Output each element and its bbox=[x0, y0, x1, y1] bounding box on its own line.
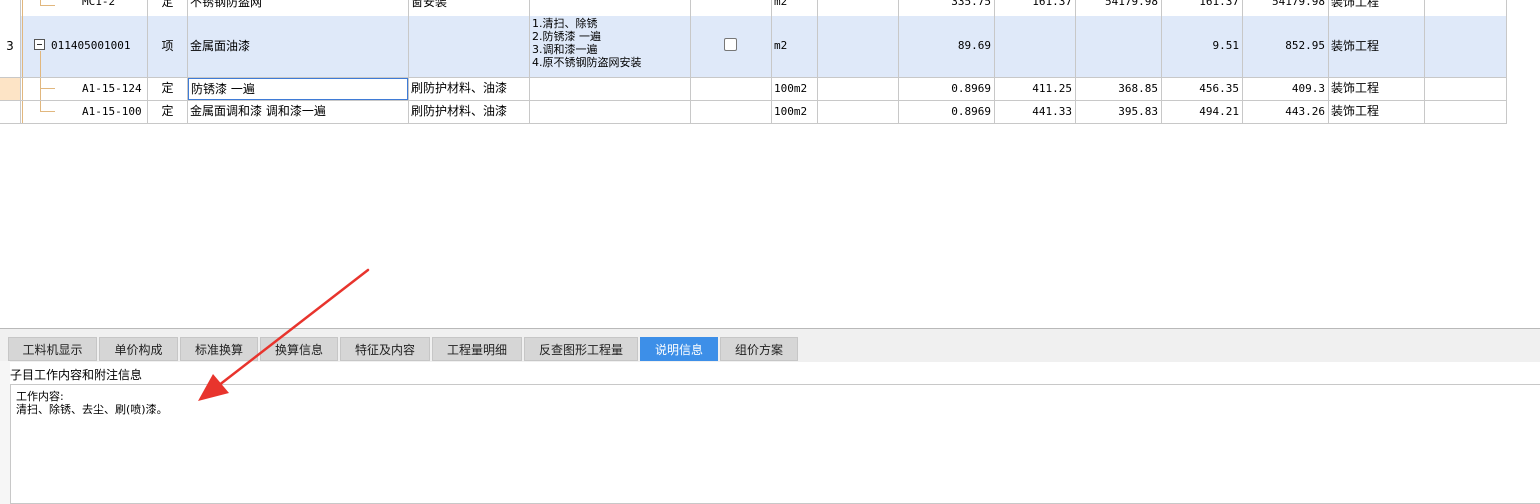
unit-cell[interactable]: 100m2 bbox=[772, 78, 818, 100]
name-cell[interactable]: 金属面调和漆 调和漆一遍 bbox=[188, 101, 409, 123]
type-cell[interactable]: 项 bbox=[148, 16, 188, 77]
composite-price-cell[interactable]: 161.37 bbox=[1162, 0, 1243, 16]
table-row[interactable]: A1-15-124 定 防锈漆 一遍 刷防护材料、油漆 100m2 0.8969… bbox=[0, 78, 1507, 101]
discipline-cell[interactable]: 装饰工程 bbox=[1329, 101, 1425, 123]
detail-tab-bar: 工料机显示 单价构成 标准换算 换算信息 特征及内容 工程量明细 反查图形工程量… bbox=[0, 328, 1540, 362]
row-header[interactable] bbox=[0, 101, 21, 123]
description-text: 工作内容: 清扫、除锈、去尘、刷(喷)漆。 bbox=[16, 390, 168, 416]
tab-quantity-detail[interactable]: 工程量明细 bbox=[432, 337, 522, 361]
category-cell[interactable]: 刷防护材料、油漆 bbox=[409, 101, 530, 123]
checkbox-cell[interactable] bbox=[691, 78, 772, 100]
type-cell[interactable]: 定 bbox=[148, 0, 188, 16]
features-cell[interactable]: 1.清扫、除锈 2.防锈漆 一遍 3.调和漆一遍 4.原不锈钢防盗网安装 bbox=[530, 16, 691, 77]
composite-price-cell[interactable]: 456.35 bbox=[1162, 78, 1243, 100]
price-cell[interactable]: 411.25 bbox=[995, 78, 1076, 100]
tab-description-info[interactable]: 说明信息 bbox=[640, 337, 718, 361]
features-cell[interactable] bbox=[530, 0, 691, 16]
amount-cell[interactable]: 395.83 bbox=[1076, 101, 1162, 123]
empty-cell[interactable] bbox=[818, 0, 899, 16]
name-cell[interactable]: 不锈钢防盗网 bbox=[188, 0, 409, 16]
composite-amount-cell[interactable]: 54179.98 bbox=[1243, 0, 1329, 16]
empty-cell[interactable] bbox=[818, 78, 899, 100]
composite-amount-cell[interactable]: 443.26 bbox=[1243, 101, 1329, 123]
tab-conversion-info[interactable]: 换算信息 bbox=[260, 337, 338, 361]
name-cell[interactable]: 防锈漆 一遍 bbox=[188, 78, 409, 100]
quantity-cell[interactable]: 0.8969 bbox=[899, 101, 995, 123]
amount-cell[interactable] bbox=[1076, 16, 1162, 77]
checkbox-cell[interactable] bbox=[691, 0, 772, 16]
empty-cell[interactable] bbox=[818, 101, 899, 123]
remark-cell[interactable] bbox=[1425, 0, 1507, 16]
composite-price-cell[interactable]: 9.51 bbox=[1162, 16, 1243, 77]
table-row[interactable]: 3 011405001001 项 金属面油漆 1.清扫、除锈 2.防锈漆 一遍 … bbox=[0, 16, 1507, 78]
code-cell[interactable]: 011405001001 bbox=[21, 16, 148, 77]
discipline-cell[interactable]: 装饰工程 bbox=[1329, 0, 1425, 16]
price-cell[interactable]: 161.37 bbox=[995, 0, 1076, 16]
category-cell[interactable] bbox=[409, 16, 530, 77]
code-cell[interactable]: A1-15-124 bbox=[21, 78, 148, 100]
composite-amount-cell[interactable]: 409.3 bbox=[1243, 78, 1329, 100]
remark-cell[interactable] bbox=[1425, 16, 1507, 77]
type-cell[interactable]: 定 bbox=[148, 101, 188, 123]
remark-cell[interactable] bbox=[1425, 78, 1507, 100]
composite-price-cell[interactable]: 494.21 bbox=[1162, 101, 1243, 123]
empty-cell[interactable] bbox=[818, 16, 899, 77]
price-cell[interactable]: 441.33 bbox=[995, 101, 1076, 123]
table-row[interactable]: MC1-2 定 不锈钢防盗网 窗安装 m2 335.75 161.37 5417… bbox=[0, 0, 1507, 17]
category-cell[interactable]: 窗安装 bbox=[409, 0, 530, 16]
row-header[interactable] bbox=[0, 0, 21, 16]
quantity-cell[interactable]: 0.8969 bbox=[899, 78, 995, 100]
tab-unit-price-composition[interactable]: 单价构成 bbox=[99, 337, 178, 361]
unit-cell[interactable]: m2 bbox=[772, 16, 818, 77]
tab-standard-conversion[interactable]: 标准换算 bbox=[180, 337, 258, 361]
description-panel: 工作内容: 清扫、除锈、去尘、刷(喷)漆。 bbox=[10, 384, 1540, 504]
features-text: 1.清扫、除锈 2.防锈漆 一遍 3.调和漆一遍 4.原不锈钢防盗网安装 bbox=[532, 17, 642, 69]
panel-subheading: 子目工作内容和附注信息 bbox=[10, 368, 143, 382]
features-cell[interactable] bbox=[530, 78, 691, 100]
tab-features-content[interactable]: 特征及内容 bbox=[340, 337, 430, 361]
code-cell[interactable]: MC1-2 bbox=[21, 0, 148, 16]
name-cell[interactable]: 金属面油漆 bbox=[188, 16, 409, 77]
discipline-cell[interactable]: 装饰工程 bbox=[1329, 16, 1425, 77]
unit-cell[interactable]: 100m2 bbox=[772, 101, 818, 123]
amount-cell[interactable]: 368.85 bbox=[1076, 78, 1162, 100]
row-number[interactable]: 3 bbox=[0, 16, 21, 77]
tab-pricing-scheme[interactable]: 组价方案 bbox=[720, 337, 798, 361]
table-row[interactable]: A1-15-100 定 金属面调和漆 调和漆一遍 刷防护材料、油漆 100m2 … bbox=[0, 101, 1507, 124]
price-cell[interactable] bbox=[995, 16, 1076, 77]
category-cell[interactable]: 刷防护材料、油漆 bbox=[409, 78, 530, 100]
features-cell[interactable] bbox=[530, 101, 691, 123]
remark-cell[interactable] bbox=[1425, 101, 1507, 123]
amount-cell[interactable]: 54179.98 bbox=[1076, 0, 1162, 16]
output-checkbox[interactable] bbox=[724, 38, 737, 51]
row-header[interactable] bbox=[0, 78, 21, 100]
checkbox-cell[interactable] bbox=[691, 16, 772, 77]
bill-grid: MC1-2 定 不锈钢防盗网 窗安装 m2 335.75 161.37 5417… bbox=[0, 0, 1540, 328]
quantity-cell[interactable]: 89.69 bbox=[899, 16, 995, 77]
quantity-cell[interactable]: 335.75 bbox=[899, 0, 995, 16]
unit-cell[interactable]: m2 bbox=[772, 0, 818, 16]
code-cell[interactable]: A1-15-100 bbox=[21, 101, 148, 123]
name-edit-input[interactable]: 防锈漆 一遍 bbox=[188, 78, 408, 100]
tab-graphic-quantity[interactable]: 反查图形工程量 bbox=[524, 337, 638, 361]
checkbox-cell[interactable] bbox=[691, 101, 772, 123]
composite-amount-cell[interactable]: 852.95 bbox=[1243, 16, 1329, 77]
panel-left-strip bbox=[0, 361, 10, 504]
tab-labor-material-machine[interactable]: 工料机显示 bbox=[8, 337, 97, 361]
discipline-cell[interactable]: 装饰工程 bbox=[1329, 78, 1425, 100]
type-cell[interactable]: 定 bbox=[148, 78, 188, 100]
